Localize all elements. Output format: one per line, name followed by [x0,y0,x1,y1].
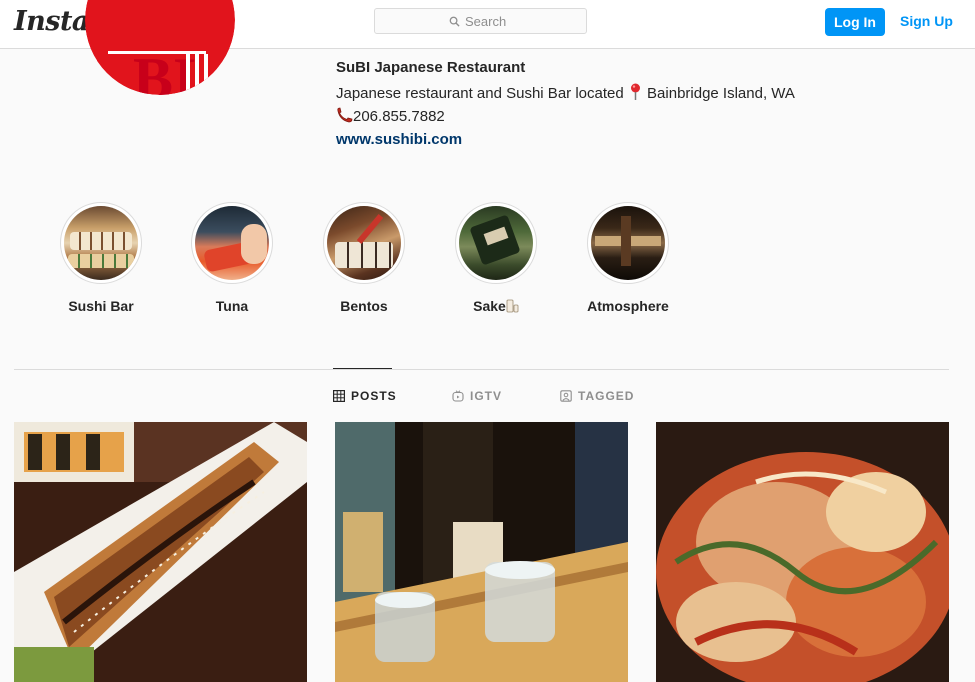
highlight-cover [455,202,537,284]
tab-label: POSTS [351,389,397,403]
highlight-bentos[interactable]: Bentos [322,202,406,314]
search-icon [449,16,460,27]
highlight-cover [587,202,669,284]
highlight-label: Bentos [340,298,388,314]
tab-igtv[interactable]: IGTV [452,389,502,403]
telephone-icon [337,107,353,123]
search-placeholder: Search [465,14,507,29]
search-input[interactable]: Search [374,8,587,34]
bio-text: Japanese restaurant and Sushi Bar locate… [336,85,624,102]
sign-up-link[interactable]: Sign Up [900,13,953,29]
pin-icon [630,83,640,100]
highlight-label-text: Sake [473,298,506,314]
igtv-icon [452,390,464,402]
highlight-cover [60,202,142,284]
highlight-label: Sushi Bar [68,298,134,314]
bio-location: Bainbridge Island, WA [647,85,795,102]
phone-number: 206.855.7882 [353,108,445,125]
tab-label: TAGGED [578,389,635,403]
grid-icon [333,390,345,402]
bio-description: Japanese restaurant and Sushi Bar locate… [336,83,795,102]
highlight-cover [323,202,405,284]
log-in-button[interactable]: Log In [825,8,885,36]
post-thumbnail[interactable] [656,422,949,682]
profile-name: SuBI Japanese Restaurant [336,59,526,76]
sake-bottle-icon [506,299,519,313]
highlight-label: Tuna [215,298,249,314]
active-tab-indicator [333,368,392,369]
post-thumbnail[interactable] [335,422,628,682]
tab-posts[interactable]: POSTS [333,389,397,403]
avatar[interactable]: BI [85,0,235,95]
highlight-sake[interactable]: Sake [454,202,538,314]
website-link[interactable]: www.sushibi.com [336,131,462,148]
tabs-divider [14,369,949,370]
post-image-sake-flight [335,422,628,682]
highlight-tuna[interactable]: Tuna [190,202,274,314]
highlight-cover [191,202,273,284]
highlight-label: Sake [454,298,538,314]
post-image-kimchi [656,422,949,682]
bio-phone-line: 206.855.7882 [336,107,445,125]
tab-label: IGTV [470,389,503,403]
tab-tagged[interactable]: TAGGED [560,389,634,403]
highlight-label: Atmosphere [587,298,669,314]
highlight-atmosphere[interactable]: Atmosphere [586,202,670,314]
post-thumbnail[interactable] [14,422,307,682]
tagged-icon [560,390,572,402]
highlight-sushi-bar[interactable]: Sushi Bar [59,202,143,314]
post-image-sushi-roll [14,422,307,682]
